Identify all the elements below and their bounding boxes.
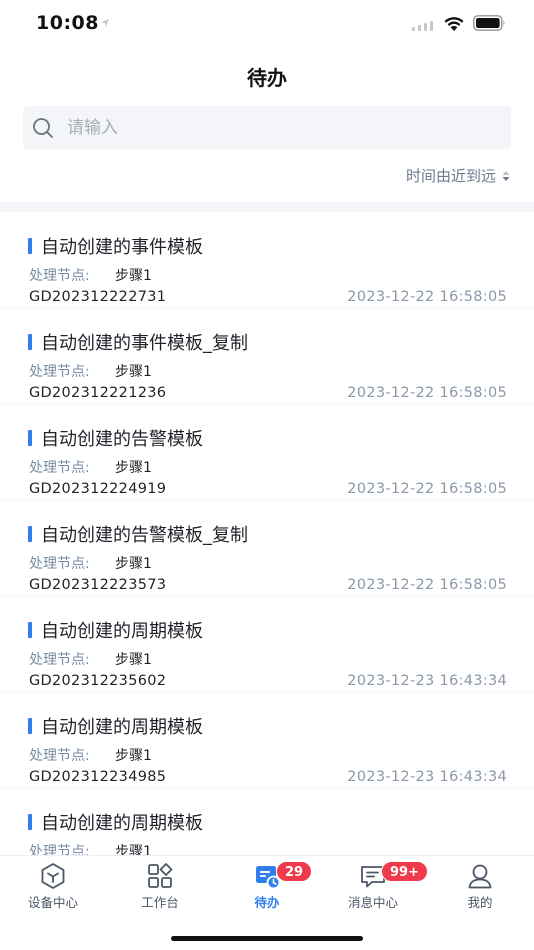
status-bar: 10:08 (0, 0, 534, 48)
node-label: 处理节点: (29, 652, 90, 668)
todo-title: 自动创建的周期模板 (41, 621, 203, 642)
node-label: 处理节点: (29, 844, 90, 855)
node-value: 步骤1 (115, 748, 152, 764)
title-accent-bar (28, 718, 32, 734)
sort-caret-icon (502, 170, 510, 181)
todo-title: 自动创建的周期模板 (41, 717, 203, 738)
page-title: 待办 (247, 66, 287, 90)
tab-label: 设备中心 (27, 895, 78, 910)
todo-card[interactable]: 自动创建的告警模板_复制处理节点: 步骤1 GD202312223573 2023-1… (0, 500, 534, 595)
todo-title: 自动创建的事件模板_复制 (41, 333, 248, 354)
todo-card[interactable]: 自动创建的告警模板处理节点: 步骤1 GD202312224919 2023-12-2… (0, 404, 534, 499)
tab-workbench[interactable]: 工作台 (107, 856, 213, 916)
todo-list-container[interactable]: 自动创建的事件模板处理节点: 步骤1 GD202312222731 2023-12-2… (0, 202, 534, 855)
tab-label: 待办 (254, 895, 280, 910)
wifi-icon (444, 17, 464, 31)
tab-label: 工作台 (141, 895, 179, 910)
node-value: 步骤1 (115, 364, 152, 380)
search-box[interactable] (23, 106, 511, 149)
todo-title: 自动创建的周期模板 (41, 813, 203, 834)
tab-todo[interactable]: 待办 29 (214, 856, 320, 916)
ticket-code: GD202312223573 (29, 577, 167, 593)
tab-label: 我的 (467, 895, 493, 910)
ticket-code: GD202312224919 (29, 481, 167, 497)
search-icon (33, 118, 53, 138)
ticket-code: GD202312221236 (29, 385, 167, 401)
title-accent-bar (28, 334, 32, 350)
todo-title: 自动创建的告警模板_复制 (41, 525, 248, 546)
profile-icon (468, 864, 492, 889)
sort-toggle[interactable]: 时间由近到远 (406, 165, 510, 186)
node-value: 步骤1 (115, 844, 152, 855)
location-arrow-icon (101, 19, 109, 27)
ticket-time: 2023-12-22 16:58:05 (347, 481, 507, 497)
message-badge: 99+ (381, 861, 428, 882)
title-accent-bar (28, 430, 32, 446)
node-value: 步骤1 (115, 556, 152, 572)
todo-title: 自动创建的告警模板 (41, 429, 203, 450)
todo-card[interactable]: 自动创建的事件模板_复制处理节点: 步骤1 GD202312221236 2023-1… (0, 308, 534, 403)
todo-badge: 29 (276, 861, 313, 882)
title-accent-bar (28, 622, 32, 638)
title-accent-bar (28, 814, 32, 830)
node-label: 处理节点: (29, 364, 90, 380)
home-indicator (171, 936, 363, 941)
todo-card[interactable]: 自动创建的周期模板处理节点: 步骤1 GD202312234985 2023-12-2… (0, 692, 534, 787)
title-accent-bar (28, 238, 32, 254)
ticket-code: GD202312222731 (29, 289, 167, 305)
status-time: 10:08 (36, 12, 99, 34)
ticket-code: GD202312234985 (29, 769, 167, 785)
node-label: 处理节点: (29, 268, 90, 284)
search-input[interactable] (67, 106, 497, 149)
workbench-icon (148, 863, 173, 888)
todo-list: 自动创建的事件模板处理节点: 步骤1 GD202312222731 2023-12-2… (0, 202, 534, 855)
tab-message-center[interactable]: 消息中心 99+ (320, 856, 428, 916)
node-label: 处理节点: (29, 556, 90, 572)
ticket-time: 2023-12-22 16:58:05 (347, 577, 507, 593)
sort-label: 时间由近到远 (405, 167, 496, 185)
ticket-time: 2023-12-23 16:43:34 (347, 769, 507, 785)
title-accent-bar (28, 526, 32, 542)
tab-device-center[interactable]: 设备中心 (0, 856, 106, 916)
node-value: 步骤1 (115, 268, 152, 284)
node-label: 处理节点: (29, 748, 90, 764)
battery-icon (473, 15, 505, 31)
tab-label: 消息中心 (347, 895, 398, 910)
node-value: 步骤1 (115, 652, 152, 668)
todo-card[interactable]: 自动创建的周期模板处理节点: 步骤1 GD202312235602 2023-12-2… (0, 596, 534, 691)
device-icon (41, 863, 65, 889)
ticket-time: 2023-12-22 16:58:05 (347, 289, 507, 305)
todo-title: 自动创建的事件模板 (41, 237, 203, 258)
todo-card[interactable]: 自动创建的周期模板处理节点: 步骤1 (0, 788, 534, 855)
todo-card[interactable]: 自动创建的事件模板处理节点: 步骤1 GD202312222731 2023-12-2… (0, 212, 534, 307)
ticket-time: 2023-12-23 16:43:34 (347, 673, 507, 689)
ticket-time: 2023-12-22 16:58:05 (347, 385, 507, 401)
node-label: 处理节点: (29, 460, 90, 476)
tab-profile[interactable]: 我的 (427, 856, 533, 916)
node-value: 步骤1 (115, 460, 152, 476)
ticket-code: GD202312235602 (29, 673, 167, 689)
cellular-signal-icon (412, 21, 433, 31)
